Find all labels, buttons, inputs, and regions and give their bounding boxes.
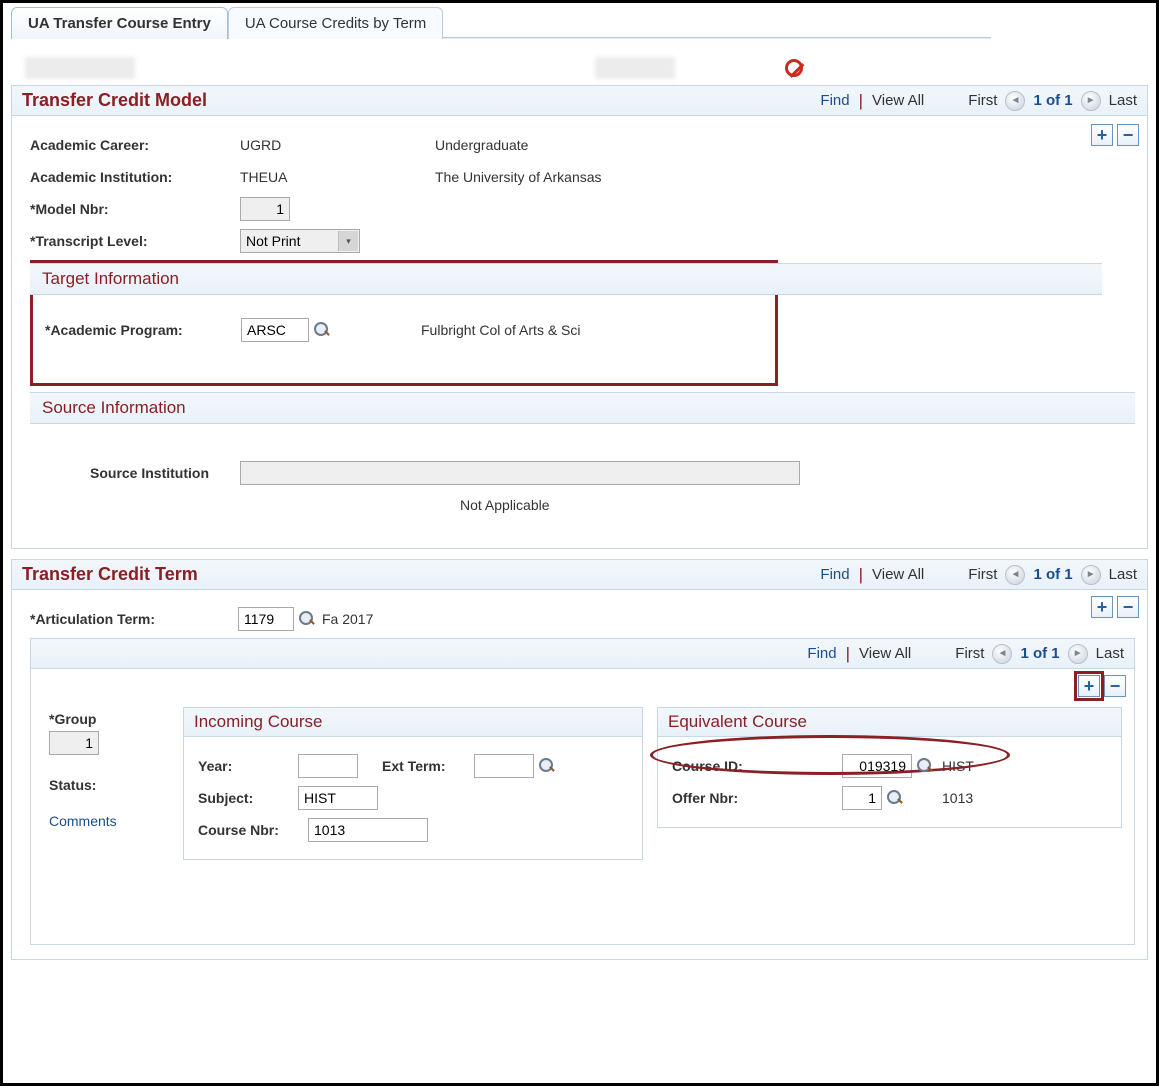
tab-course-credits-by-term[interactable]: UA Course Credits by Term: [228, 7, 443, 39]
prev-arrow-icon[interactable]: ◄: [992, 644, 1012, 664]
ext-term-lookup-icon[interactable]: [538, 757, 556, 775]
equiv-course-num: 1013: [942, 790, 973, 806]
academic-institution-desc: The University of Arkansas: [435, 169, 602, 185]
grid-find-link[interactable]: Find: [807, 645, 836, 662]
model-del-row-button[interactable]: −: [1117, 124, 1139, 146]
offer-nbr-lookup-icon[interactable]: [886, 789, 904, 807]
target-information-box: Target Information *Academic Program: Fu…: [30, 260, 778, 386]
model-add-row-button[interactable]: +: [1091, 124, 1113, 146]
redacted-name: [25, 57, 135, 79]
course-id-input[interactable]: [842, 754, 912, 778]
nav-first[interactable]: First: [968, 566, 997, 583]
transfer-credit-model-panel: Transfer Credit Model Find | View All Fi…: [11, 85, 1148, 549]
term-find-link[interactable]: Find: [820, 566, 849, 583]
transcript-level-label: *Transcript Level:: [30, 233, 240, 249]
prev-arrow-icon[interactable]: ◄: [1005, 91, 1025, 111]
prev-arrow-icon[interactable]: ◄: [1005, 565, 1025, 585]
course-id-lookup-icon[interactable]: [916, 757, 934, 775]
grid-del-row-button[interactable]: −: [1104, 675, 1126, 697]
next-arrow-icon[interactable]: ►: [1081, 565, 1101, 585]
nav-last[interactable]: Last: [1109, 92, 1137, 109]
comments-link[interactable]: Comments: [49, 813, 169, 829]
year-input[interactable]: [298, 754, 358, 778]
model-find-link[interactable]: Find: [820, 92, 849, 109]
source-institution-input: [240, 461, 800, 485]
grid-add-row-button[interactable]: +: [1078, 675, 1100, 697]
redacted-id: [595, 57, 675, 79]
incoming-course-title: Incoming Course: [184, 708, 642, 737]
course-nbr-label: Course Nbr:: [198, 822, 308, 838]
status-label: Status:: [49, 777, 169, 793]
grid-counter[interactable]: 1 of 1: [1020, 645, 1059, 662]
subject-label: Subject:: [198, 790, 298, 806]
offer-nbr-label: Offer Nbr:: [672, 790, 842, 806]
source-information-title: Source Information: [42, 398, 186, 417]
articulation-term-desc: Fa 2017: [322, 611, 373, 627]
group-input: [49, 731, 99, 755]
nav-first[interactable]: First: [968, 92, 997, 109]
nav-last[interactable]: Last: [1096, 645, 1124, 662]
course-nbr-input[interactable]: [308, 818, 428, 842]
pipe: |: [858, 565, 864, 585]
articulation-term-input[interactable]: [238, 607, 294, 631]
incoming-course-box: Incoming Course Year: Ext Term:: [183, 707, 643, 860]
term-add-row-button[interactable]: +: [1091, 596, 1113, 618]
offer-nbr-input[interactable]: [842, 786, 882, 810]
model-counter[interactable]: 1 of 1: [1033, 92, 1072, 109]
student-header: [25, 57, 1148, 79]
tab-transfer-course-entry[interactable]: UA Transfer Course Entry: [11, 7, 228, 39]
equivalent-course-box: Equivalent Course Course ID: HIST: [657, 707, 1122, 828]
course-id-label: Course ID:: [672, 758, 842, 774]
grid-view-all[interactable]: View All: [859, 645, 911, 662]
equivalent-course-title: Equivalent Course: [658, 708, 1121, 737]
transfer-credit-term-title: Transfer Credit Term: [22, 564, 198, 585]
model-nbr-input: [240, 197, 290, 221]
equiv-subject: HIST: [942, 758, 974, 774]
term-view-all[interactable]: View All: [872, 566, 924, 583]
term-del-row-button[interactable]: −: [1117, 596, 1139, 618]
academic-career-label: Academic Career:: [30, 137, 240, 153]
academic-program-lookup-icon[interactable]: [313, 321, 331, 339]
academic-institution-code: THEUA: [240, 169, 435, 185]
ext-term-label: Ext Term:: [382, 758, 474, 774]
term-counter[interactable]: 1 of 1: [1033, 566, 1072, 583]
term-nav: Find | View All First ◄ 1 of 1 ► Last: [820, 565, 1137, 585]
academic-career-desc: Undergraduate: [435, 137, 528, 153]
transfer-credit-model-title: Transfer Credit Model: [22, 90, 207, 111]
target-information-title: Target Information: [42, 269, 179, 288]
academic-program-input[interactable]: [241, 318, 309, 342]
source-institution-label: Source Institution: [90, 465, 240, 481]
pipe: |: [845, 644, 851, 664]
pipe: |: [858, 91, 864, 111]
source-not-applicable: Not Applicable: [460, 497, 550, 513]
next-arrow-icon[interactable]: ►: [1068, 644, 1088, 664]
next-arrow-icon[interactable]: ►: [1081, 91, 1101, 111]
course-grid-panel: Find | View All First ◄ 1 of 1 ► Last +: [30, 638, 1135, 945]
model-view-all[interactable]: View All: [872, 92, 924, 109]
academic-institution-label: Academic Institution:: [30, 169, 240, 185]
nav-first[interactable]: First: [955, 645, 984, 662]
ext-term-input[interactable]: [474, 754, 534, 778]
nav-last[interactable]: Last: [1109, 566, 1137, 583]
transfer-credit-term-panel: Transfer Credit Term Find | View All Fir…: [11, 559, 1148, 960]
transcript-level-select[interactable]: [240, 229, 360, 253]
articulation-term-label: *Articulation Term:: [30, 611, 238, 627]
model-nav: Find | View All First ◄ 1 of 1 ► Last: [820, 91, 1137, 111]
grid-nav: Find | View All First ◄ 1 of 1 ► Last: [807, 644, 1124, 664]
model-nbr-label: *Model Nbr:: [30, 201, 240, 217]
academic-program-desc: Fulbright Col of Arts & Sci: [421, 322, 581, 338]
academic-career-code: UGRD: [240, 137, 435, 153]
articulation-term-lookup-icon[interactable]: [298, 610, 316, 628]
year-label: Year:: [198, 758, 298, 774]
prohibit-icon: [785, 59, 803, 77]
tab-strip: UA Transfer Course Entry UA Course Credi…: [11, 6, 1148, 38]
group-label: *Group: [49, 711, 169, 727]
academic-program-label: *Academic Program:: [45, 322, 241, 338]
subject-input[interactable]: [298, 786, 378, 810]
